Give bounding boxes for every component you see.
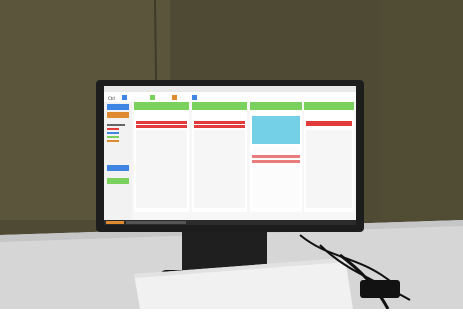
photo-svg: Ctrl [0, 0, 463, 310]
panel-4 [304, 102, 354, 212]
toolbar-icon-1 [122, 95, 127, 100]
sidebar-blue-pill[interactable] [107, 165, 129, 171]
app-toolbar [104, 92, 356, 102]
toolbar-left-label: Ctrl [108, 96, 115, 101]
panel-4-header [304, 102, 354, 110]
sidebar-row-1 [107, 124, 125, 126]
panel-2-list [194, 130, 245, 208]
taskbar-orange [106, 221, 124, 224]
app-titlebar [104, 86, 356, 92]
panel-4-red-row [306, 121, 352, 126]
sidebar-row-2 [107, 128, 119, 130]
panel-2-red-row-2 [194, 125, 245, 128]
sidebar [104, 102, 132, 225]
toolbar-icon-4 [192, 95, 197, 100]
panel-3-list [252, 146, 300, 208]
panel-1 [134, 102, 189, 212]
wall-panel-right [380, 0, 463, 220]
sidebar-button-2[interactable] [107, 112, 129, 118]
panel-2-header [192, 102, 247, 110]
sidebar-green-pill[interactable] [107, 178, 129, 184]
toolbar-icon-2 [150, 95, 155, 100]
panel-4-list [306, 130, 352, 208]
sidebar-button-1[interactable] [107, 104, 129, 110]
panel-3-cyan-block [252, 116, 300, 144]
photo-scene: Ctrl [0, 0, 463, 310]
sidebar-row-3 [107, 132, 119, 134]
sidebar-row-4 [107, 136, 119, 138]
black-adapter [360, 280, 400, 298]
panel-3 [250, 102, 302, 212]
panel-1-red-row-1 [136, 121, 187, 124]
panel-1-red-row-2 [136, 125, 187, 128]
panel-1-header [134, 102, 189, 110]
panel-1-list [136, 130, 187, 208]
sidebar-row-5 [107, 140, 119, 142]
panel-3-header [250, 102, 302, 110]
panel-2-red-row-1 [194, 121, 245, 124]
taskbar-icons [126, 221, 186, 224]
panel-2 [192, 102, 247, 212]
toolbar-icon-3 [172, 95, 177, 100]
